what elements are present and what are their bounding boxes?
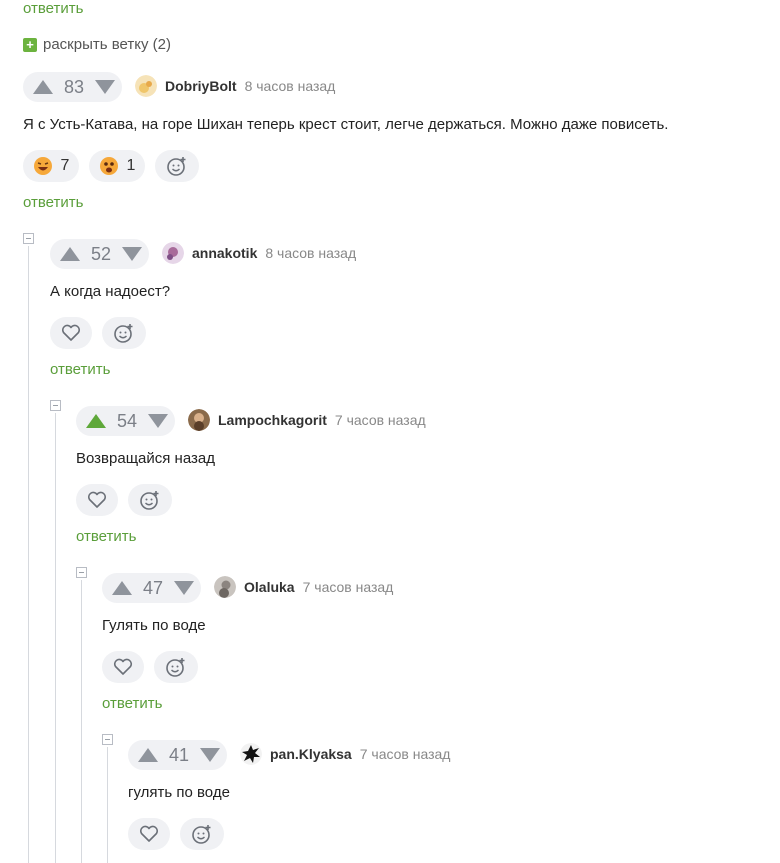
rating-value: 52 <box>90 243 112 264</box>
heart-icon <box>87 491 107 508</box>
comment-author: Olaluka 7 часов назад <box>214 576 393 598</box>
timestamp: 8 часов назад <box>265 245 357 261</box>
comment-text: Я с Усть-Катава, на горе Шихан теперь кр… <box>23 116 669 133</box>
add-emoji-icon <box>114 324 133 343</box>
comment-author: DobriyBolt 8 часов назад <box>135 75 335 97</box>
add-emoji-icon <box>192 825 211 844</box>
vote-widget: 83 <box>23 72 122 102</box>
thread-line[interactable] <box>28 246 29 863</box>
vote-widget: 47 <box>102 573 201 603</box>
reply-link[interactable]: ответить <box>50 361 110 378</box>
username[interactable]: Lampochkagorit <box>218 412 327 428</box>
add-emoji-icon <box>166 658 185 677</box>
avatar[interactable] <box>214 576 236 598</box>
plus-square-icon: + <box>23 37 37 52</box>
collapse-thread-button[interactable] <box>23 233 34 244</box>
username[interactable]: pan.Klyaksa <box>270 746 352 762</box>
rating-value: 47 <box>142 577 164 598</box>
expand-thread-label: раскрыть ветку (2) <box>43 36 171 53</box>
avatar[interactable] <box>162 242 184 264</box>
comment-text: Гулять по воде <box>102 617 206 634</box>
add-emoji-icon <box>140 491 159 510</box>
downvote-icon[interactable] <box>200 748 220 762</box>
avatar[interactable] <box>135 75 157 97</box>
thread-line[interactable] <box>81 580 82 863</box>
reply-link[interactable]: ответить <box>102 695 162 712</box>
laughing-emoji-icon <box>33 157 52 175</box>
like-button[interactable] <box>102 651 144 683</box>
comment-author: Lampochkagorit 7 часов назад <box>188 409 426 431</box>
comment-text: гулять по воде <box>128 784 230 801</box>
add-emoji-icon <box>167 157 186 176</box>
reply-link[interactable]: ответить <box>76 528 136 545</box>
like-button[interactable] <box>128 818 170 850</box>
collapse-thread-button[interactable] <box>50 400 61 411</box>
scared-emoji-icon <box>99 157 118 175</box>
reply-link[interactable]: ответить <box>23 0 83 17</box>
reaction-button[interactable]: 1 <box>89 150 145 182</box>
add-reaction-button[interactable] <box>102 317 146 349</box>
timestamp: 8 часов назад <box>244 78 336 94</box>
reply-link[interactable]: ответить <box>23 194 83 211</box>
thread-line[interactable] <box>107 747 108 863</box>
timestamp: 7 часов назад <box>359 746 451 762</box>
downvote-icon[interactable] <box>174 581 194 595</box>
avatar[interactable] <box>188 409 210 431</box>
upvote-icon[interactable] <box>112 581 132 595</box>
downvote-icon[interactable] <box>148 414 168 428</box>
username[interactable]: DobriyBolt <box>165 78 237 94</box>
thread-line[interactable] <box>55 413 56 863</box>
upvote-icon[interactable] <box>138 748 158 762</box>
username[interactable]: annakotik <box>192 245 257 261</box>
heart-icon <box>113 658 133 675</box>
reaction-count: 7 <box>60 157 70 174</box>
vote-widget: 54 <box>76 406 175 436</box>
heart-icon <box>61 324 81 341</box>
comment-text: А когда надоест? <box>50 283 171 300</box>
comment-text: Возвращайся назад <box>76 450 215 467</box>
upvote-icon[interactable] <box>33 80 53 94</box>
rating-value: 54 <box>116 410 138 431</box>
vote-widget: 52 <box>50 239 149 269</box>
collapse-thread-button[interactable] <box>76 567 87 578</box>
collapse-thread-button[interactable] <box>102 734 113 745</box>
reaction-button[interactable]: 7 <box>23 150 79 182</box>
reaction-count: 1 <box>126 157 136 174</box>
downvote-icon[interactable] <box>95 80 115 94</box>
like-button[interactable] <box>50 317 92 349</box>
timestamp: 7 часов назад <box>302 579 394 595</box>
expand-thread-button[interactable]: + раскрыть ветку (2) <box>23 36 171 53</box>
comment-author: pan.Klyaksa 7 часов назад <box>240 743 450 765</box>
upvote-icon[interactable] <box>86 414 106 428</box>
vote-widget: 41 <box>128 740 227 770</box>
rating-value: 41 <box>168 744 190 765</box>
downvote-icon[interactable] <box>122 247 142 261</box>
upvote-icon[interactable] <box>60 247 80 261</box>
like-button[interactable] <box>76 484 118 516</box>
avatar[interactable] <box>240 743 262 765</box>
rating-value: 83 <box>63 76 85 97</box>
comment-author: annakotik 8 часов назад <box>162 242 356 264</box>
add-reaction-button[interactable] <box>180 818 224 850</box>
heart-icon <box>139 825 159 842</box>
timestamp: 7 часов назад <box>334 412 426 428</box>
username[interactable]: Olaluka <box>244 579 295 595</box>
add-reaction-button[interactable] <box>154 651 198 683</box>
add-reaction-button[interactable] <box>128 484 172 516</box>
add-reaction-button[interactable] <box>155 150 199 182</box>
